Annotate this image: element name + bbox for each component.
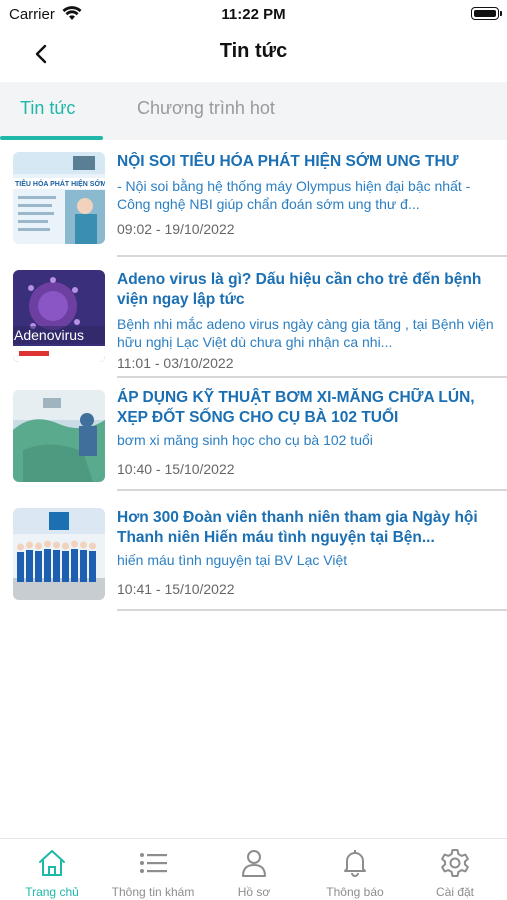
bottom-tab-bar: Trang chủ Thông tin khám Hồ sơ Thông báo <box>0 838 507 900</box>
news-item[interactable]: Hơn 300 Đoàn viên thanh niên tham gia Ng… <box>0 494 507 612</box>
status-bar: Carrier 11:22 PM <box>0 0 507 30</box>
news-item[interactable]: Adenovirus Adeno virus là gì? Dấu hiệu c… <box>0 258 507 378</box>
tabs-bar: Tin tức Chương trình hot <box>0 82 507 140</box>
tab-profile-label: Hồ sơ <box>237 885 271 899</box>
status-time: 11:22 PM <box>221 6 286 23</box>
tab-exam-info-label: Thông tin khám <box>111 885 195 899</box>
tab-exam-info[interactable]: Thông tin khám <box>103 847 203 899</box>
divider <box>117 255 507 257</box>
news-list: TIÊU HÓA PHÁT HIỆN SỚM U NỘI SOI TIÊU HÓ… <box>0 140 507 612</box>
news-summary: - Nội soi bằng hệ thống máy Olympus hiện… <box>117 178 471 212</box>
tab-home-label: Trang chủ <box>25 885 79 899</box>
news-summary: Bệnh nhi mắc adeno virus ngày càng gia t… <box>117 316 494 350</box>
tab-settings-label: Cài đặt <box>435 885 475 899</box>
tab-hot-programs[interactable]: Chương trình hot <box>137 98 275 119</box>
news-item[interactable]: TIÊU HÓA PHÁT HIỆN SỚM U NỘI SOI TIÊU HÓ… <box>0 140 507 258</box>
tab-home[interactable]: Trang chủ <box>2 847 102 899</box>
tab-notifications-label: Thông báo <box>326 885 384 899</box>
tab-notifications[interactable]: Thông báo <box>305 847 405 899</box>
page-title: Tin tức <box>219 40 288 62</box>
news-thumbnail <box>13 508 105 600</box>
user-icon <box>242 850 266 877</box>
news-item[interactable]: ÁP DỤNG KỸ THUẬT BƠM XI-MĂNG CHỮA LÚN, X… <box>0 376 507 494</box>
tab-profile[interactable]: Hồ sơ <box>204 847 304 899</box>
news-summary: bơm xi măng sinh học cho cụ bà 102 tuổi <box>117 432 373 448</box>
tab-news[interactable]: Tin tức <box>20 98 75 119</box>
divider <box>117 489 507 491</box>
list-icon <box>140 853 167 873</box>
news-date: 10:40 - 15/10/2022 <box>117 461 235 477</box>
news-thumbnail: TIÊU HÓA PHÁT HIỆN SỚM U <box>13 152 105 244</box>
divider <box>117 609 507 611</box>
bell-icon <box>344 850 366 877</box>
news-summary: hiến máu tình nguyện tại BV Lạc Việt <box>117 552 348 568</box>
battery-icon <box>471 7 502 20</box>
gear-icon <box>441 849 469 877</box>
thumb-text: TIÊU HÓA PHÁT HIỆN SỚM U <box>15 179 105 188</box>
news-title: ÁP DỤNG KỸ THUẬT BƠM XI-MĂNG CHỮA LÚN, X… <box>117 389 475 426</box>
news-title: Hơn 300 Đoàn viên thanh niên tham gia Ng… <box>117 509 478 546</box>
thumb-text: Adenovirus <box>14 327 84 343</box>
news-thumbnail: Adenovirus <box>13 270 105 362</box>
news-date: 09:02 - 19/10/2022 <box>117 221 235 237</box>
news-date: 11:01 - 03/10/2022 <box>117 355 234 371</box>
news-date: 10:41 - 15/10/2022 <box>117 581 235 597</box>
nav-header: Tin tức <box>0 30 507 76</box>
home-icon <box>39 850 65 876</box>
tab-settings[interactable]: Cài đặt <box>405 847 505 899</box>
news-thumbnail <box>13 390 105 482</box>
news-title: Adeno virus là gì? Dấu hiệu cần cho trẻ … <box>117 271 482 308</box>
news-title: NỘI SOI TIÊU HÓA PHÁT HIỆN SỚM UNG THƯ <box>117 153 459 170</box>
